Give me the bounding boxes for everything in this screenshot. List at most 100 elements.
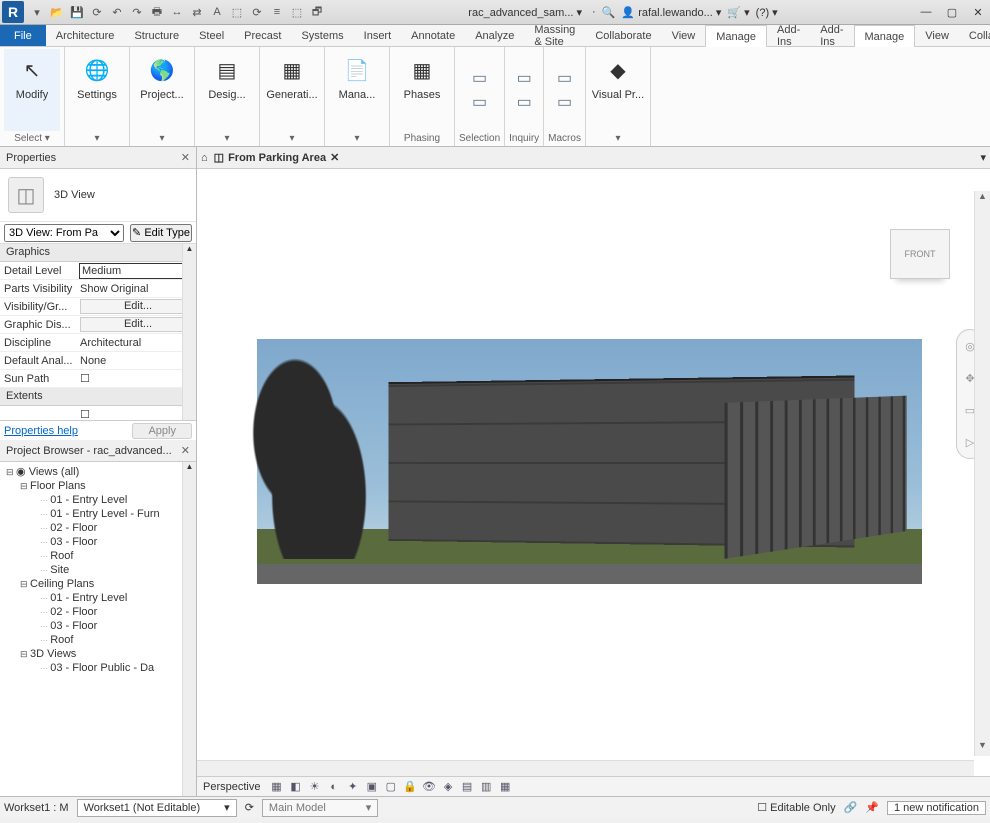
tab-manage[interactable]: Manage <box>705 25 767 47</box>
ribbon-group-label[interactable]: ▾ <box>615 131 620 146</box>
3d-icon[interactable]: ⬚ <box>228 3 246 21</box>
view-tab[interactable]: ◫ From Parking Area ✕ <box>214 151 340 164</box>
property-row[interactable]: Sun Path <box>0 370 196 388</box>
search-icon[interactable]: 🔍 <box>602 6 616 19</box>
tab-view[interactable]: View <box>662 25 706 46</box>
tab-architecture[interactable]: Architecture <box>46 25 125 46</box>
ribbon-group-label[interactable]: Selection <box>459 131 500 146</box>
crop-region-icon[interactable]: ▢ <box>383 780 399 793</box>
close-icon[interactable]: ✕ <box>181 444 190 457</box>
tab-systems[interactable]: Systems <box>291 25 353 46</box>
ribbon-button-phases[interactable]: ▦Phases <box>394 49 450 131</box>
property-section-header[interactable]: Graphics⏶ <box>0 244 196 262</box>
ribbon-small-button[interactable]: ▭ <box>517 68 532 88</box>
editable-only-checkbox[interactable]: Editable Only <box>757 801 835 814</box>
property-row[interactable]: Default Anal...None <box>0 352 196 370</box>
tab-manage[interactable]: Manage <box>854 25 916 47</box>
property-value[interactable]: Architectural <box>78 337 196 349</box>
ribbon-button-generati-[interactable]: ▦Generati... <box>264 49 320 131</box>
ribbon-group-label[interactable]: Select ▾ <box>14 131 50 146</box>
print-icon[interactable]: 🖶 <box>148 3 166 21</box>
tree-leaf[interactable]: 01 - Entry Level <box>0 493 196 507</box>
view-instance-selector[interactable]: 3D View: From Pa <box>4 224 124 242</box>
sun-path-icon[interactable]: ☀ <box>307 780 323 793</box>
app-logo[interactable]: R <box>2 1 24 23</box>
file-tab[interactable]: File <box>0 25 46 46</box>
workset-selector[interactable]: Workset1 (Not Editable)▾ <box>77 799 237 817</box>
shadows-icon[interactable]: ◐ <box>326 781 342 793</box>
worksharing-icon[interactable]: ▤ <box>459 780 475 793</box>
close-button[interactable]: ✕ <box>968 6 988 19</box>
tree-leaf[interactable]: Roof <box>0 549 196 563</box>
property-row[interactable]: Detail LevelMedium <box>0 262 196 280</box>
tab-massing-site[interactable]: Massing & Site <box>524 25 585 46</box>
tree-branch[interactable]: 3D Views <box>0 647 196 661</box>
property-value[interactable]: Medium <box>79 263 195 279</box>
tab-collaborate[interactable]: Collaborate <box>585 25 661 46</box>
tree-leaf[interactable]: 03 - Floor <box>0 535 196 549</box>
ribbon-small-button[interactable]: ▭ <box>557 68 572 88</box>
document-name[interactable]: rac_advanced_sam... ▾ <box>464 6 586 19</box>
apply-button[interactable]: Apply <box>132 423 192 439</box>
vertical-scrollbar[interactable]: ▲▼ <box>974 191 990 756</box>
property-row[interactable]: Graphic Dis...Edit... <box>0 316 196 334</box>
tab-analyze[interactable]: Analyze <box>465 25 524 46</box>
reveal-icon[interactable]: ◈ <box>440 780 456 793</box>
tab-insert[interactable]: Insert <box>354 25 402 46</box>
view-canvas[interactable]: FRONT ◎ ✥ ▭ ▷ ▲▼ <box>197 169 990 776</box>
thin-lines-icon[interactable]: ≡ <box>268 3 286 21</box>
ribbon-button-settings[interactable]: 🌐Settings <box>69 49 125 131</box>
tree-root[interactable]: ◉ Views (all) <box>0 464 196 479</box>
close-hidden-icon[interactable]: ⬚ <box>288 3 306 21</box>
constraints-icon[interactable]: ▥ <box>478 780 494 793</box>
visual-style-icon[interactable]: ◧ <box>288 780 304 793</box>
close-icon[interactable]: ✕ <box>181 151 190 164</box>
switch-icon[interactable]: 🗗 <box>308 3 326 21</box>
view-menu-icon[interactable]: ▾ <box>980 151 986 164</box>
property-row[interactable]: DisciplineArchitectural <box>0 334 196 352</box>
home-icon[interactable]: ⌂ <box>201 152 208 164</box>
ribbon-button-desig-[interactable]: ▤Desig... <box>199 49 255 131</box>
horizontal-scrollbar[interactable] <box>197 760 974 776</box>
measure-icon[interactable]: ↔ <box>168 3 186 21</box>
tree-leaf[interactable]: 02 - Floor <box>0 605 196 619</box>
ribbon-group-label[interactable]: ▾ <box>94 131 99 146</box>
property-value[interactable]: Show Original <box>78 283 196 295</box>
property-value[interactable]: Edit... <box>80 299 194 314</box>
ribbon-small-button[interactable]: ▭ <box>517 92 532 112</box>
property-value[interactable] <box>78 408 196 420</box>
tree-leaf[interactable]: Site <box>0 563 196 577</box>
analytical-icon[interactable]: ▦ <box>497 780 513 793</box>
ribbon-group-label[interactable]: Macros <box>548 131 581 146</box>
tab-precast[interactable]: Precast <box>234 25 291 46</box>
tree-leaf[interactable]: Roof <box>0 633 196 647</box>
lock-icon[interactable]: 🔒 <box>402 780 418 793</box>
tab-add-ins[interactable]: Add-Ins <box>810 25 853 46</box>
help-icon[interactable]: (?) ▾ <box>756 6 778 19</box>
ribbon-button-mana-[interactable]: 📄Mana... <box>329 49 385 131</box>
undo-icon[interactable]: ↶ <box>108 3 126 21</box>
select-pinned-icon[interactable]: 📌 <box>865 801 879 814</box>
tree-branch[interactable]: Floor Plans <box>0 479 196 493</box>
minimize-button[interactable]: — <box>916 6 936 18</box>
property-value[interactable]: Edit... <box>80 317 194 332</box>
open-icon[interactable]: 📂 <box>48 3 66 21</box>
cart-icon[interactable]: 🛒 ▾ <box>727 6 749 19</box>
edit-type-button[interactable]: ✎ Edit Type <box>130 224 192 242</box>
property-value[interactable]: None <box>78 355 196 367</box>
plane-icon[interactable]: ▷ <box>966 436 974 449</box>
view-scale[interactable]: Perspective <box>203 781 260 793</box>
tree-leaf[interactable]: 03 - Floor Public - Da <box>0 661 196 675</box>
sync-status-icon[interactable]: ⟳ <box>245 801 254 814</box>
tree-leaf[interactable]: 01 - Entry Level <box>0 591 196 605</box>
tab-collaborate[interactable]: Collaborate <box>959 25 990 46</box>
save-icon[interactable]: 💾 <box>68 3 86 21</box>
tab-structure[interactable]: Structure <box>124 25 189 46</box>
property-section-header[interactable]: Extents⏶ <box>0 388 196 406</box>
hide-icon[interactable]: 👁 <box>421 780 437 793</box>
ribbon-button-modify[interactable]: ↖Modify <box>4 49 60 131</box>
property-value[interactable] <box>78 372 196 385</box>
tab-add-ins[interactable]: Add-Ins <box>767 25 810 46</box>
view-cube[interactable]: FRONT <box>890 229 950 279</box>
select-links-icon[interactable]: 🔗 <box>844 801 858 814</box>
